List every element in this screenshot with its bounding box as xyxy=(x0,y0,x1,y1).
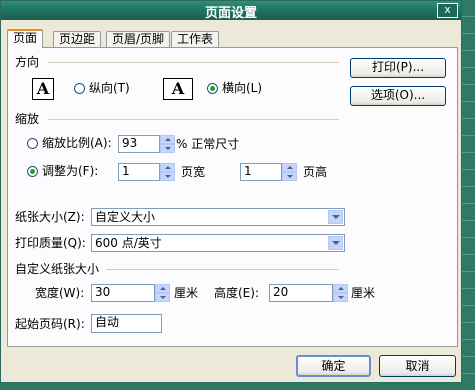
adjust-percent-input[interactable]: 93 xyxy=(118,135,160,153)
landscape-label[interactable]: 横向(L) xyxy=(222,81,262,95)
height-spinner[interactable] xyxy=(333,284,348,302)
fit-to-radio[interactable] xyxy=(27,166,38,177)
height-input[interactable]: 20 xyxy=(269,284,333,302)
first-page-label: 起始页码(R): xyxy=(15,317,85,331)
print-quality-dropdown-icon[interactable] xyxy=(328,236,343,250)
tab-panel-page: 方向 A 纵向(T) A 横向(L) 打印(P)... 选项(O)... 缩放 … xyxy=(7,47,458,347)
landscape-radio-dot xyxy=(210,86,215,91)
height-unit: 厘米 xyxy=(351,286,376,300)
paper-size-dropdown-icon[interactable] xyxy=(328,210,343,224)
width-input[interactable]: 30 xyxy=(91,284,155,302)
window-title: 页面设置 xyxy=(204,6,257,21)
portrait-page-icon: A xyxy=(32,78,54,100)
cancel-button[interactable]: 取消 xyxy=(379,355,456,377)
custom-size-section-label: 自定义纸张大小 xyxy=(15,262,100,276)
fit-pages-wide-suffix: 页宽 xyxy=(181,165,206,179)
adjust-to-label[interactable]: 缩放比例(A): xyxy=(42,136,112,150)
adjust-to-radio[interactable] xyxy=(27,138,38,149)
fit-pages-tall-suffix: 页高 xyxy=(303,165,328,179)
scaling-divider xyxy=(48,119,339,120)
print-quality-value: 600 点/英寸 xyxy=(95,236,162,250)
portrait-radio[interactable] xyxy=(74,83,85,94)
paper-size-select[interactable]: 自定义大小 xyxy=(91,208,345,226)
close-button[interactable]: x xyxy=(437,3,458,18)
print-button[interactable]: 打印(P)... xyxy=(350,58,446,78)
title-bar[interactable]: 页面设置 x xyxy=(1,1,461,21)
options-button[interactable]: 选项(O)... xyxy=(350,86,446,106)
ok-button[interactable]: 确定 xyxy=(296,355,371,377)
print-quality-select[interactable]: 600 点/英寸 xyxy=(91,234,345,252)
width-label: 宽度(W): xyxy=(35,286,85,300)
tab-sheet[interactable]: 工作表 xyxy=(171,31,220,47)
paper-size-value: 自定义大小 xyxy=(95,210,156,224)
tab-header-footer[interactable]: 页眉/页脚 xyxy=(106,31,171,47)
landscape-radio[interactable] xyxy=(207,83,218,94)
fit-pages-wide-input[interactable]: 1 xyxy=(118,163,160,181)
adjust-percent-spinner[interactable] xyxy=(160,135,175,153)
width-unit: 厘米 xyxy=(174,286,199,300)
first-page-input[interactable]: 自动 xyxy=(91,314,162,333)
custom-size-divider xyxy=(106,269,339,270)
background-sheet xyxy=(462,0,475,390)
fit-to-radio-dot xyxy=(30,169,35,174)
fit-pages-tall-input[interactable]: 1 xyxy=(240,163,282,181)
tab-page[interactable]: 页面 xyxy=(7,29,44,48)
fit-pages-wide-spinner[interactable] xyxy=(160,163,175,181)
page-setup-dialog: 页面设置 x 页面 页边距 页眉/页脚 工作表 方向 A 纵向(T) A 横向(… xyxy=(0,0,462,383)
fit-to-label[interactable]: 调整为(F): xyxy=(42,164,98,178)
scaling-section-label: 缩放 xyxy=(15,112,40,126)
print-quality-label: 打印质量(Q): xyxy=(15,236,86,250)
width-spinner[interactable] xyxy=(155,284,170,302)
orientation-section-label: 方向 xyxy=(15,55,40,69)
fit-pages-tall-spinner[interactable] xyxy=(282,163,297,181)
paper-size-label: 纸张大小(Z): xyxy=(15,210,85,224)
tab-margins[interactable]: 页边距 xyxy=(53,31,102,47)
portrait-label[interactable]: 纵向(T) xyxy=(89,81,130,95)
height-label: 高度(E): xyxy=(214,286,259,300)
adjust-percent-suffix: % 正常尺寸 xyxy=(176,137,240,151)
orientation-divider xyxy=(48,62,339,63)
landscape-page-icon: A xyxy=(163,78,193,100)
